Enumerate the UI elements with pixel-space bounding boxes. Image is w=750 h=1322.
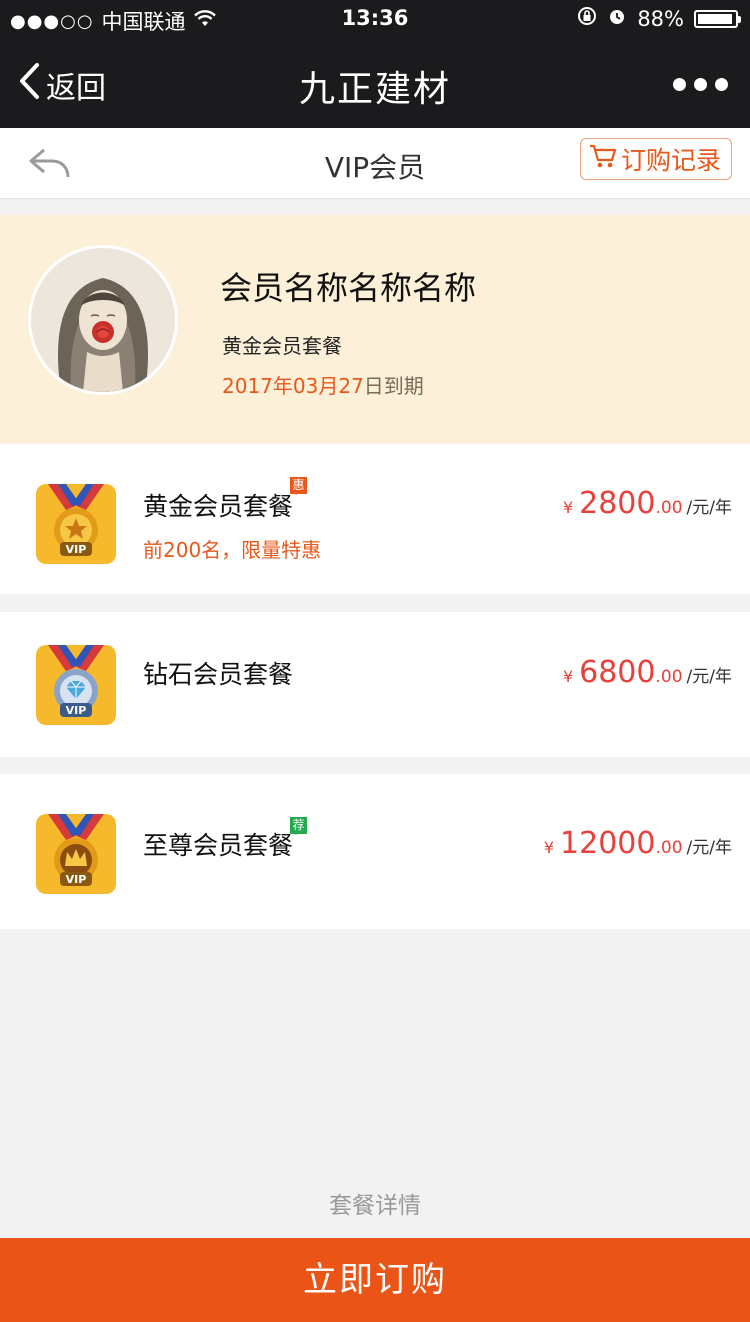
more-menu-icon[interactable] bbox=[673, 78, 728, 91]
price-decimal: .00 bbox=[655, 838, 683, 858]
price-decimal: .00 bbox=[655, 498, 683, 518]
expire-date: 2017年03月27 bbox=[222, 374, 364, 398]
currency-symbol: ¥ bbox=[543, 838, 555, 857]
page-title: 九正建材 bbox=[298, 69, 451, 110]
battery-percent: 88% bbox=[637, 6, 684, 31]
price-unit: /元/年 bbox=[686, 667, 732, 687]
price-unit: /元/年 bbox=[686, 498, 732, 518]
currency-symbol: ¥ bbox=[562, 667, 574, 686]
package-name: 至尊会员套餐 bbox=[143, 831, 294, 860]
member-name: 会员名称名称名称 bbox=[220, 269, 477, 307]
expire-suffix: 日到期 bbox=[363, 374, 424, 398]
discount-badge: 惠 bbox=[290, 477, 307, 495]
package-supreme[interactable]: VIP 至尊会员套餐 荐 ¥ 12000 .00 /元/年 bbox=[0, 774, 750, 929]
cart-icon bbox=[589, 143, 617, 175]
rotation-lock-icon bbox=[577, 6, 597, 31]
avatar bbox=[28, 245, 178, 395]
package-gold[interactable]: VIP 黄金会员套餐 惠 前200名，限量特惠 ¥ 2800 .00 /元/年 bbox=[0, 444, 750, 594]
package-details-link[interactable]: 套餐详情 bbox=[0, 1186, 750, 1220]
svg-text:VIP: VIP bbox=[66, 704, 87, 717]
package-name: 钻石会员套餐 bbox=[143, 660, 294, 689]
svg-text:VIP: VIP bbox=[66, 873, 87, 886]
alarm-icon bbox=[607, 6, 627, 31]
order-record-button[interactable]: 订购记录 bbox=[579, 138, 732, 180]
package-price: ¥ 6800 .00 /元/年 bbox=[563, 655, 732, 690]
package-price: ¥ 2800 .00 /元/年 bbox=[563, 486, 732, 521]
member-plan: 黄金会员套餐 bbox=[222, 334, 342, 358]
buy-now-button[interactable]: 立即订购 bbox=[0, 1238, 750, 1322]
svg-text:VIP: VIP bbox=[66, 543, 87, 556]
recommend-badge: 荐 bbox=[290, 817, 307, 835]
package-promo: 前200名，限量特惠 bbox=[143, 538, 322, 562]
package-diamond[interactable]: VIP 钻石会员套餐 ¥ 6800 .00 /元/年 bbox=[0, 612, 750, 757]
order-record-label: 订购记录 bbox=[620, 146, 721, 175]
package-name: 黄金会员套餐 bbox=[143, 492, 294, 521]
nav-bar: 返回 九正建材 bbox=[0, 38, 750, 128]
currency-symbol: ¥ bbox=[562, 498, 574, 517]
price-integer: 6800 bbox=[579, 655, 656, 690]
price-unit: /元/年 bbox=[686, 838, 732, 858]
battery-icon bbox=[694, 9, 741, 28]
status-bar: ●●●○○ 中国联通 13:36 88% bbox=[0, 0, 750, 38]
package-price: ¥ 12000 .00 /元/年 bbox=[544, 826, 732, 861]
status-right: 88% bbox=[577, 6, 741, 31]
member-profile: 会员名称名称名称 黄金会员套餐 2017年03月27日到期 bbox=[0, 215, 750, 443]
price-integer: 12000 bbox=[560, 826, 656, 861]
sub-header: VIP会员 订购记录 bbox=[0, 128, 750, 199]
price-decimal: .00 bbox=[655, 667, 683, 687]
price-integer: 2800 bbox=[579, 486, 656, 521]
diamond-medal-icon: VIP bbox=[36, 645, 116, 725]
crown-medal-icon: VIP bbox=[36, 814, 116, 894]
member-expire-date: 2017年03月27日到期 bbox=[222, 370, 424, 399]
gold-medal-icon: VIP bbox=[36, 484, 116, 564]
